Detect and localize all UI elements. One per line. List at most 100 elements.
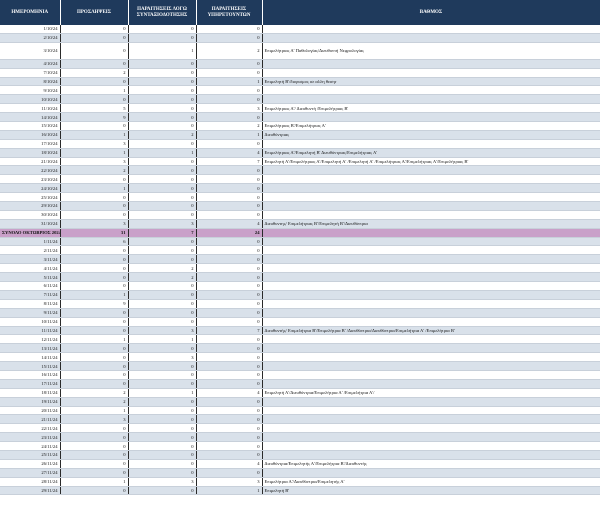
rank-cell[interactable] (262, 370, 600, 380)
date-cell[interactable]: 18/11/24 (0, 388, 61, 398)
rank-cell[interactable] (262, 254, 600, 265)
hires-cell[interactable]: 1 (60, 290, 129, 300)
retirement-resignations-cell[interactable]: 0 (128, 432, 197, 443)
hires-cell[interactable]: 2 (60, 165, 129, 176)
staff-resignations-cell[interactable]: 0 (196, 263, 263, 274)
header-date[interactable]: ΗΜΕΡΟΜΗΝΙΑ (0, 0, 61, 25)
rank-cell[interactable] (262, 165, 600, 176)
staff-resignations-cell[interactable]: 0 (196, 423, 263, 434)
date-cell[interactable]: 1/11/24 (0, 237, 61, 247)
retirement-resignations-cell[interactable]: 0 (128, 210, 197, 220)
hires-cell[interactable]: 1 (60, 130, 129, 140)
hires-cell[interactable]: 0 (60, 352, 129, 363)
hires-cell[interactable]: 0 (60, 281, 129, 291)
retirement-resignations-cell[interactable]: 0 (128, 237, 197, 247)
hires-cell[interactable]: 5 (60, 103, 129, 114)
staff-resignations-cell[interactable]: 7 (196, 326, 263, 336)
retirement-resignations-cell[interactable]: 7 (128, 228, 197, 238)
rank-cell[interactable]: Επιμελήτριας Α' Παθολογίας/Διευθυντή Νεφ… (262, 42, 600, 60)
date-cell[interactable]: 26/11/24 (0, 459, 61, 469)
hires-cell[interactable]: 0 (60, 326, 129, 336)
retirement-resignations-cell[interactable]: 0 (128, 245, 197, 256)
date-cell[interactable]: 25/11/24 (0, 450, 61, 460)
rank-cell[interactable] (262, 281, 600, 291)
staff-resignations-cell[interactable]: 4 (196, 219, 263, 229)
retirement-resignations-cell[interactable]: 0 (128, 77, 197, 87)
header-staff-resignations[interactable]: ΠΑΡΑΙΤΗΣΕΙΣ ΥΠΗΡΕΤΟΥΝΤΩΝ (196, 0, 263, 25)
rank-cell[interactable] (262, 139, 600, 149)
date-cell[interactable]: 7/11/24 (0, 290, 61, 300)
retirement-resignations-cell[interactable]: 2 (128, 263, 197, 274)
staff-resignations-cell[interactable]: 0 (196, 165, 263, 176)
staff-resignations-cell[interactable]: 0 (196, 468, 263, 478)
hires-cell[interactable]: 0 (60, 77, 129, 87)
rank-cell[interactable] (262, 343, 600, 354)
hires-cell[interactable]: 1 (60, 85, 129, 96)
rank-cell[interactable] (262, 210, 600, 220)
rank-cell[interactable] (262, 414, 600, 425)
retirement-resignations-cell[interactable]: 3 (128, 477, 197, 487)
rank-cell[interactable] (262, 468, 600, 478)
date-cell[interactable]: 9/11/24 (0, 308, 61, 318)
staff-resignations-cell[interactable]: 0 (196, 254, 263, 265)
hires-cell[interactable]: 0 (60, 450, 129, 460)
date-cell[interactable]: 15/10/24 (0, 121, 61, 131)
retirement-resignations-cell[interactable]: 0 (128, 94, 197, 105)
date-cell[interactable]: 11/11/24 (0, 326, 61, 336)
date-cell[interactable]: 23/11/24 (0, 432, 61, 443)
date-cell[interactable]: 4/11/24 (0, 263, 61, 274)
staff-resignations-cell[interactable]: 0 (196, 281, 263, 291)
date-cell[interactable]: 16/11/24 (0, 370, 61, 380)
staff-resignations-cell[interactable]: 1 (196, 130, 263, 140)
rank-cell[interactable]: Διευθυντης/ Επιμελήτριας Β'/Επιμελητή Β'… (262, 219, 600, 229)
hires-cell[interactable]: 0 (60, 379, 129, 389)
staff-resignations-cell[interactable]: 2 (196, 121, 263, 131)
rank-cell[interactable] (262, 379, 600, 389)
rank-cell[interactable] (262, 183, 600, 194)
date-cell[interactable]: 28/11/24 (0, 477, 61, 487)
staff-resignations-cell[interactable]: 0 (196, 139, 263, 149)
rank-cell[interactable] (262, 406, 600, 416)
rank-cell[interactable] (262, 361, 600, 371)
rank-cell[interactable] (262, 334, 600, 345)
header-rank[interactable]: ΒΑΘΜΟΣ (262, 0, 600, 25)
retirement-resignations-cell[interactable]: 0 (128, 379, 197, 389)
rank-cell[interactable] (262, 272, 600, 283)
retirement-resignations-cell[interactable]: 0 (128, 25, 197, 34)
rank-cell[interactable] (262, 85, 600, 96)
retirement-resignations-cell[interactable]: 1 (128, 334, 197, 345)
hires-cell[interactable]: 0 (60, 121, 129, 131)
retirement-resignations-cell[interactable]: 0 (128, 112, 197, 123)
retirement-resignations-cell[interactable]: 0 (128, 468, 197, 478)
hires-cell[interactable]: 0 (60, 343, 129, 354)
date-cell[interactable]: 30/10/24 (0, 210, 61, 220)
date-cell[interactable]: 10/11/24 (0, 317, 61, 327)
hires-cell[interactable]: 0 (60, 308, 129, 318)
hires-cell[interactable]: 2 (60, 388, 129, 398)
staff-resignations-cell[interactable]: 4 (196, 148, 263, 158)
hires-cell[interactable]: 0 (60, 59, 129, 69)
rank-cell[interactable] (262, 192, 600, 203)
retirement-resignations-cell[interactable]: 0 (128, 254, 197, 265)
retirement-resignations-cell[interactable]: 0 (128, 174, 197, 185)
date-cell[interactable]: 4/10/24 (0, 59, 61, 69)
retirement-resignations-cell[interactable]: 0 (128, 361, 197, 371)
retirement-resignations-cell[interactable]: 0 (128, 414, 197, 425)
hires-cell[interactable]: 3 (60, 219, 129, 229)
rank-cell[interactable] (262, 112, 600, 123)
date-cell[interactable]: 16/10/24 (0, 130, 61, 140)
retirement-resignations-cell[interactable]: 0 (128, 103, 197, 114)
hires-cell[interactable]: 0 (60, 468, 129, 478)
retirement-resignations-cell[interactable]: 0 (128, 423, 197, 434)
retirement-resignations-cell[interactable]: 3 (128, 326, 197, 336)
staff-resignations-cell[interactable]: 24 (196, 228, 263, 238)
staff-resignations-cell[interactable]: 0 (196, 370, 263, 380)
date-cell[interactable]: 17/10/24 (0, 139, 61, 149)
retirement-resignations-cell[interactable]: 0 (128, 441, 197, 451)
hires-cell[interactable]: 3 (60, 139, 129, 149)
date-cell[interactable]: 9/10/24 (0, 85, 61, 96)
rank-cell[interactable] (262, 94, 600, 105)
date-cell[interactable]: 11/10/24 (0, 103, 61, 114)
retirement-resignations-cell[interactable]: 0 (128, 201, 197, 211)
hires-cell[interactable]: 0 (60, 441, 129, 451)
